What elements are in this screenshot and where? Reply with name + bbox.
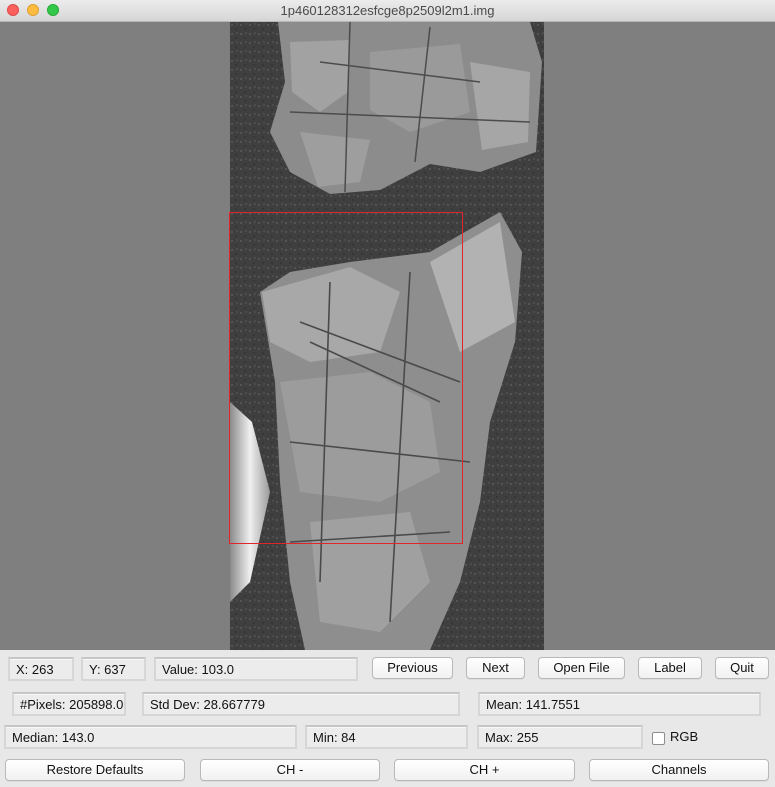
window-title: 1p460128312esfcge8p2509l2m1.img [280,3,495,18]
quit-button[interactable]: Quit [715,657,769,679]
image-canvas[interactable] [0,22,775,650]
median-field: Median: 143.0 [4,725,297,749]
channel-plus-button[interactable]: CH + [394,759,575,781]
rgb-label: RGB [670,729,699,744]
max-field: Max: 255 [477,725,643,749]
y-coordinate-field: Y: 637 [81,657,146,681]
restore-defaults-button[interactable]: Restore Defaults [5,759,185,781]
title-bar: 1p460128312esfcge8p2509l2m1.img [0,0,775,22]
rgb-checkbox[interactable] [652,732,665,745]
next-button[interactable]: Next [466,657,525,679]
channel-minus-button[interactable]: CH - [200,759,380,781]
selection-rectangle[interactable] [229,212,463,544]
x-coordinate-field: X: 263 [8,657,74,681]
control-panel: X: 263 Y: 637 Value: 103.0 Previous Next… [0,650,775,787]
mean-field: Mean: 141.7551 [478,692,761,716]
std-dev-field: Std Dev: 28.667779 [142,692,460,716]
channels-button[interactable]: Channels [589,759,769,781]
open-file-button[interactable]: Open File [538,657,625,679]
pixel-count-field: #Pixels: 205898.0 [12,692,126,716]
previous-button[interactable]: Previous [372,657,453,679]
pixel-value-field: Value: 103.0 [154,657,358,681]
label-button[interactable]: Label [638,657,702,679]
min-field: Min: 84 [305,725,468,749]
